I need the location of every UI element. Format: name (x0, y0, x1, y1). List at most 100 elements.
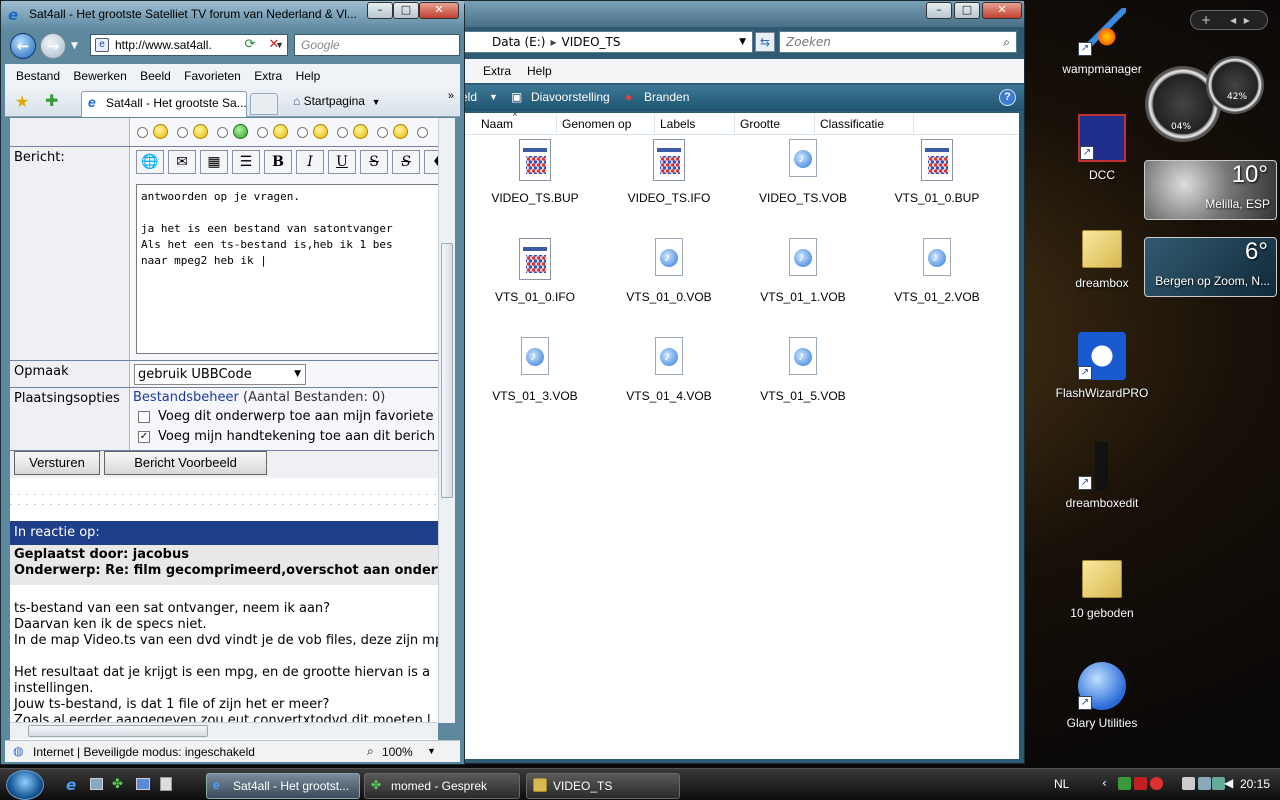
memory-gauge[interactable]: 42% (1206, 56, 1264, 114)
menu-help[interactable]: Help (519, 59, 560, 83)
versturen-button[interactable]: Versturen (14, 451, 100, 475)
smiley-radio[interactable] (217, 127, 228, 138)
cmd-burn[interactable]: Branden (644, 90, 689, 104)
menu-bestand[interactable]: Bestand (11, 64, 65, 88)
ie-titlebar[interactable]: e Sat4all - Het grootste Satelliet TV fo… (1, 1, 464, 29)
favorites-star-icon[interactable]: ★ (15, 92, 29, 112)
explorer-quicklaunch-icon[interactable] (90, 778, 103, 790)
message-textarea[interactable]: antwoorden op je vragen. ja het is een b… (136, 184, 438, 354)
messenger-quicklaunch-icon[interactable]: ✤ (112, 777, 123, 792)
ie-quicklaunch-icon[interactable]: e (66, 776, 76, 794)
file-item[interactable]: VTS_01_1.VOB (743, 238, 863, 328)
search-input[interactable]: Google (294, 34, 460, 56)
start-button[interactable] (6, 770, 44, 800)
strikethrough-button[interactable]: S (360, 150, 388, 174)
language-indicator[interactable]: NL (1054, 777, 1069, 791)
underline-button[interactable]: U (328, 150, 356, 174)
desktop-quicklaunch-icon[interactable] (136, 778, 150, 790)
bestandsbeheer-link[interactable]: Bestandsbeheer (133, 390, 239, 405)
column-header-labels[interactable]: Labels (660, 117, 695, 131)
file-item[interactable]: VTS_01_3.VOB (475, 337, 595, 427)
taskbar-item-momed[interactable]: ✤ momed - Gesprek (364, 773, 520, 799)
smiley-radio[interactable] (417, 127, 428, 138)
insert-image-icon[interactable]: ▦ (200, 150, 228, 174)
network-tray-icon[interactable] (1118, 777, 1131, 790)
taskbar-item-sat4all[interactable]: e Sat4all - Het grootst... (206, 773, 360, 799)
desktop-icon-glary-utilities[interactable]: ↗ Glary Utilities (1047, 662, 1157, 730)
desktop-icon-10-geboden[interactable]: 10 geboden (1047, 552, 1157, 620)
weather-gadget-melilla[interactable]: 10° Melilla, ESP (1144, 160, 1277, 220)
address-dropdown-icon[interactable]: ▼ (739, 32, 746, 52)
close-button[interactable]: ✕ (982, 2, 1022, 19)
explorer-titlebar[interactable]: – □ ✕ (461, 1, 1024, 27)
desktop-icon-dcc[interactable]: ↗ DCC (1047, 114, 1157, 182)
toolbar-overflow-icon[interactable]: » (448, 90, 454, 102)
forward-button[interactable]: → (40, 33, 66, 59)
favorites-checkbox[interactable] (138, 411, 150, 423)
desktop-icon-dreamboxedit[interactable]: ↗ dreamboxedit (1047, 442, 1157, 510)
refresh-icon[interactable]: ⟳ (239, 35, 261, 55)
weather-gadget-bergen[interactable]: 6° Bergen op Zoom, N... (1144, 237, 1277, 297)
menu-extra[interactable]: Extra (475, 59, 519, 83)
insert-link-icon[interactable]: 🌐 (136, 150, 164, 174)
views-dropdown-icon[interactable]: ▼ (489, 92, 498, 102)
desktop-icon-wampmanager[interactable]: ↗ wampmanager (1047, 8, 1157, 76)
back-button[interactable]: ← (10, 33, 36, 59)
desktop-icon-dreambox[interactable]: dreambox (1047, 222, 1157, 290)
menu-extra[interactable]: Extra (249, 64, 287, 88)
insert-list-icon[interactable]: ☰ (232, 150, 260, 174)
taskbar-item-video-ts[interactable]: VIDEO_TS (526, 773, 680, 799)
file-item[interactable]: VIDEO_TS.VOB (743, 139, 863, 229)
breadcrumb-drive[interactable]: Data (E:) (492, 35, 545, 49)
smiley-radio[interactable] (137, 127, 148, 138)
file-item[interactable]: VTS_01_0.IFO (475, 238, 595, 328)
smiley-icon[interactable] (393, 124, 408, 139)
minimize-button[interactable]: – (367, 2, 393, 19)
smiley-radio[interactable] (297, 127, 308, 138)
tray-icon[interactable] (1182, 777, 1195, 790)
column-header-size[interactable]: Grootte (740, 117, 780, 131)
menu-bewerken[interactable]: Bewerken (68, 64, 131, 88)
calculator-quicklaunch-icon[interactable] (160, 777, 172, 791)
menu-beeld[interactable]: Beeld (135, 64, 176, 88)
security-tray-icon[interactable] (1150, 777, 1163, 790)
explorer-search-input[interactable]: Zoeken ⌕ (779, 31, 1017, 53)
opmaak-select[interactable]: gebruik UBBCode ▼ (134, 364, 306, 385)
antivirus-tray-icon[interactable] (1134, 777, 1147, 790)
smiley-radio[interactable] (337, 127, 348, 138)
horizontal-scroll-thumb[interactable] (28, 725, 208, 737)
file-item[interactable]: VIDEO_TS.BUP (475, 139, 595, 229)
refresh-icon[interactable]: ⇆ (755, 32, 775, 52)
file-item[interactable]: VTS_01_4.VOB (609, 337, 729, 427)
tray-expand-icon[interactable]: ‹ (1102, 776, 1107, 790)
home-button[interactable]: ⌂ Startpagina ▼ (293, 94, 381, 108)
smiley-icon[interactable] (273, 124, 288, 139)
more-format-button[interactable]: ♦ (424, 150, 438, 174)
history-dropdown-icon[interactable]: ▼ (71, 41, 78, 51)
clock[interactable]: 20:15 (1240, 777, 1270, 791)
help-icon[interactable]: ? (999, 89, 1016, 106)
maximize-button[interactable]: □ (393, 2, 419, 19)
vertical-scrollbar[interactable] (438, 118, 455, 723)
smiley-radio[interactable] (377, 127, 388, 138)
bericht-voorbeeld-button[interactable]: Bericht Voorbeeld (104, 451, 267, 475)
file-item[interactable]: VTS_01_5.VOB (743, 337, 863, 427)
smiley-radio[interactable] (177, 127, 188, 138)
signature-checkbox[interactable]: ✓ (138, 431, 150, 443)
monitor-tray-icon[interactable] (1198, 777, 1211, 790)
menu-favorieten[interactable]: Favorieten (179, 64, 246, 88)
menu-help[interactable]: Help (291, 64, 326, 88)
explorer-address-bar[interactable]: Data (E:) ▸ VIDEO_TS ▼ (463, 31, 753, 53)
insert-email-icon[interactable]: ✉ (168, 150, 196, 174)
search-icon[interactable]: ⌕ (1003, 32, 1010, 52)
file-item[interactable]: VTS_01_2.VOB (877, 238, 997, 328)
volume-icon[interactable]: ◀ (1224, 776, 1233, 790)
smiley-icon[interactable] (313, 124, 328, 139)
maximize-button[interactable]: □ (954, 2, 980, 19)
shadow-text-button[interactable]: S (392, 150, 420, 174)
bold-button[interactable]: B (264, 150, 292, 174)
cmd-slideshow[interactable]: Diavoorstelling (531, 90, 610, 104)
breadcrumb-folder[interactable]: VIDEO_TS (562, 35, 621, 49)
horizontal-scrollbar[interactable] (10, 722, 438, 739)
sidebar-controls[interactable]: + ◂ ▸ (1190, 10, 1268, 30)
